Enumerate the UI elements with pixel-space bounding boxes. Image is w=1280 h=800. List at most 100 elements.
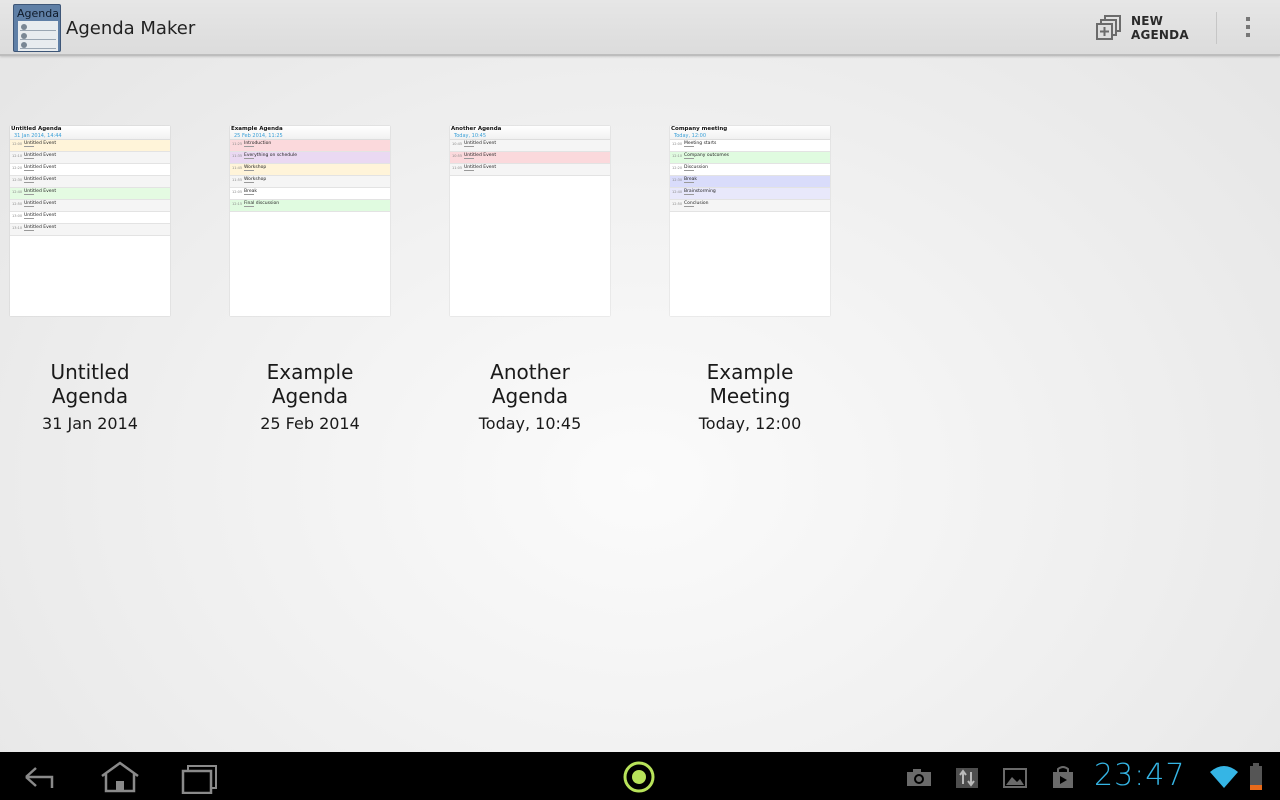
agenda-preview[interactable]: Example Agenda 25 Feb 2014, 11:25 11:25 Int… [230,126,390,316]
new-agenda-label: NEW AGENDA [1131,14,1189,42]
agenda-title-line: Agenda [271,384,349,408]
preview-row: 12:50 Conclusion [670,200,830,212]
preview-row-subline [24,230,34,231]
preview-row-subline [684,206,694,207]
preview-row: 11:45 Workshop [230,164,390,176]
agenda-title-line: Example [266,360,354,384]
preview-date: 25 Feb 2014, 11:25 [234,133,283,139]
preview-header: Untitled Agenda 31 Jan 2014, 14:44 [10,126,170,140]
gallery-icon [1000,764,1030,790]
preview-row: 12:00 Meeting starts [670,140,830,152]
preview-row-subline [24,218,34,219]
preview-header: Another Agenda Today, 10:45 [450,126,610,140]
app-title: Agenda Maker [66,18,196,39]
preview-row: 12:20 Untitled Event [10,164,170,176]
preview-row-subline [244,194,254,195]
preview-row-time: 11:35 [232,154,243,158]
agenda-preview[interactable]: Untitled Agenda 31 Jan 2014, 14:44 12:00 Un… [10,126,170,316]
agenda-date: 31 Jan 2014 [42,414,138,433]
preview-row-time: 12:50 [672,202,683,206]
preview-row-subline [684,182,694,183]
preview-row-subline [244,206,254,207]
home-icon[interactable] [98,760,142,794]
preview-row-time: 13:00 [12,214,23,218]
agenda-title: Example Meeting [660,360,840,408]
preview-row: 12:50 Untitled Event [10,200,170,212]
preview-row-time: 12:05 [232,190,243,194]
preview-row: 11:25 Introduction [230,140,390,152]
navigation-bar [0,752,1280,800]
app-icon-label: Agenda [17,7,59,20]
preview-row-time: 12:00 [672,142,683,146]
app-icon-row [20,32,56,40]
preview-row-time: 12:10 [12,154,23,158]
preview-row-time: 11:25 [232,142,243,146]
agenda-title-line: Agenda [491,384,569,408]
new-agenda-button[interactable]: NEW AGENDA [1088,10,1212,46]
preview-row-time: 13:10 [12,226,23,230]
preview-row: 12:10 Company outcomes [670,152,830,164]
preview-row: 12:40 Untitled Event [10,188,170,200]
preview-row-subline [244,158,254,159]
agenda-preview[interactable]: Another Agenda Today, 10:45 10:45 Untitled … [450,126,610,316]
agenda-title-line: Meeting [709,384,791,408]
agenda-title-line: Untitled [50,360,130,384]
agenda-title: Untitled Agenda [0,360,180,408]
preview-row-subline [24,158,34,159]
preview-row-subline [684,170,694,171]
recent-apps-icon[interactable] [178,760,222,795]
preview-row-subline [244,146,254,147]
preview-row-time: 12:00 [12,142,23,146]
preview-row-subline [24,146,34,147]
app-icon-row [20,23,56,31]
preview-row-subline [24,182,34,183]
preview-date: 31 Jan 2014, 14:44 [14,133,62,139]
preview-row: 10:55 Untitled Event [450,152,610,164]
status-icons [904,760,1096,794]
preview-row: 12:20 Discussion [670,164,830,176]
camera-icon [904,764,934,790]
preview-row-subline [464,158,474,159]
preview-row-time: 12:30 [672,178,683,182]
back-icon[interactable] [20,760,64,794]
preview-title: Company meeting [671,126,728,132]
preview-row-time: 12:30 [12,178,23,182]
preview-row-subline [464,146,474,147]
preview-header: Company meeting Today, 12:00 [670,126,830,140]
preview-row-time: 12:15 [232,202,243,206]
preview-row: 11:05 Untitled Event [450,164,610,176]
preview-header: Example Agenda 25 Feb 2014, 11:25 [230,126,390,140]
preview-row-subline [684,194,694,195]
agenda-preview[interactable]: Company meeting Today, 12:00 12:00 Meeting … [670,126,830,316]
preview-row-subline [684,146,694,147]
preview-row: 13:00 Untitled Event [10,212,170,224]
preview-row-subline [244,170,254,171]
preview-row-time: 11:55 [232,178,243,182]
preview-row-time: 10:55 [452,154,463,158]
preview-row: 10:45 Untitled Event [450,140,610,152]
preview-row-time: 12:20 [672,166,683,170]
preview-row: 12:15 Final discussion [230,200,390,212]
preview-row-time: 11:45 [232,166,243,170]
agenda-date: Today, 10:45 [478,414,582,433]
preview-date: Today, 10:45 [454,133,487,139]
preview-row-time: 12:40 [12,190,23,194]
preview-row: 11:55 Workshop [230,176,390,188]
add-document-icon [1094,13,1124,43]
agenda-title-line: Agenda [51,384,129,408]
app-icon[interactable]: Agenda [13,4,61,52]
agenda-title: Example Agenda [220,360,400,408]
preview-title: Untitled Agenda [11,126,62,132]
action-bar-divider [1216,12,1217,44]
preview-row: 12:10 Untitled Event [10,152,170,164]
overflow-menu-icon[interactable] [1236,14,1260,42]
preview-row-subline [24,170,34,171]
preview-date: Today, 12:00 [674,133,707,139]
record-icon[interactable] [617,760,661,794]
preview-row: 13:10 Untitled Event [10,224,170,236]
preview-row-subline [684,158,694,159]
clock: 23:47 [1094,758,1186,793]
preview-row-subline [24,194,34,195]
wifi-icon [1208,760,1240,794]
preview-row: 12:05 Break [230,188,390,200]
